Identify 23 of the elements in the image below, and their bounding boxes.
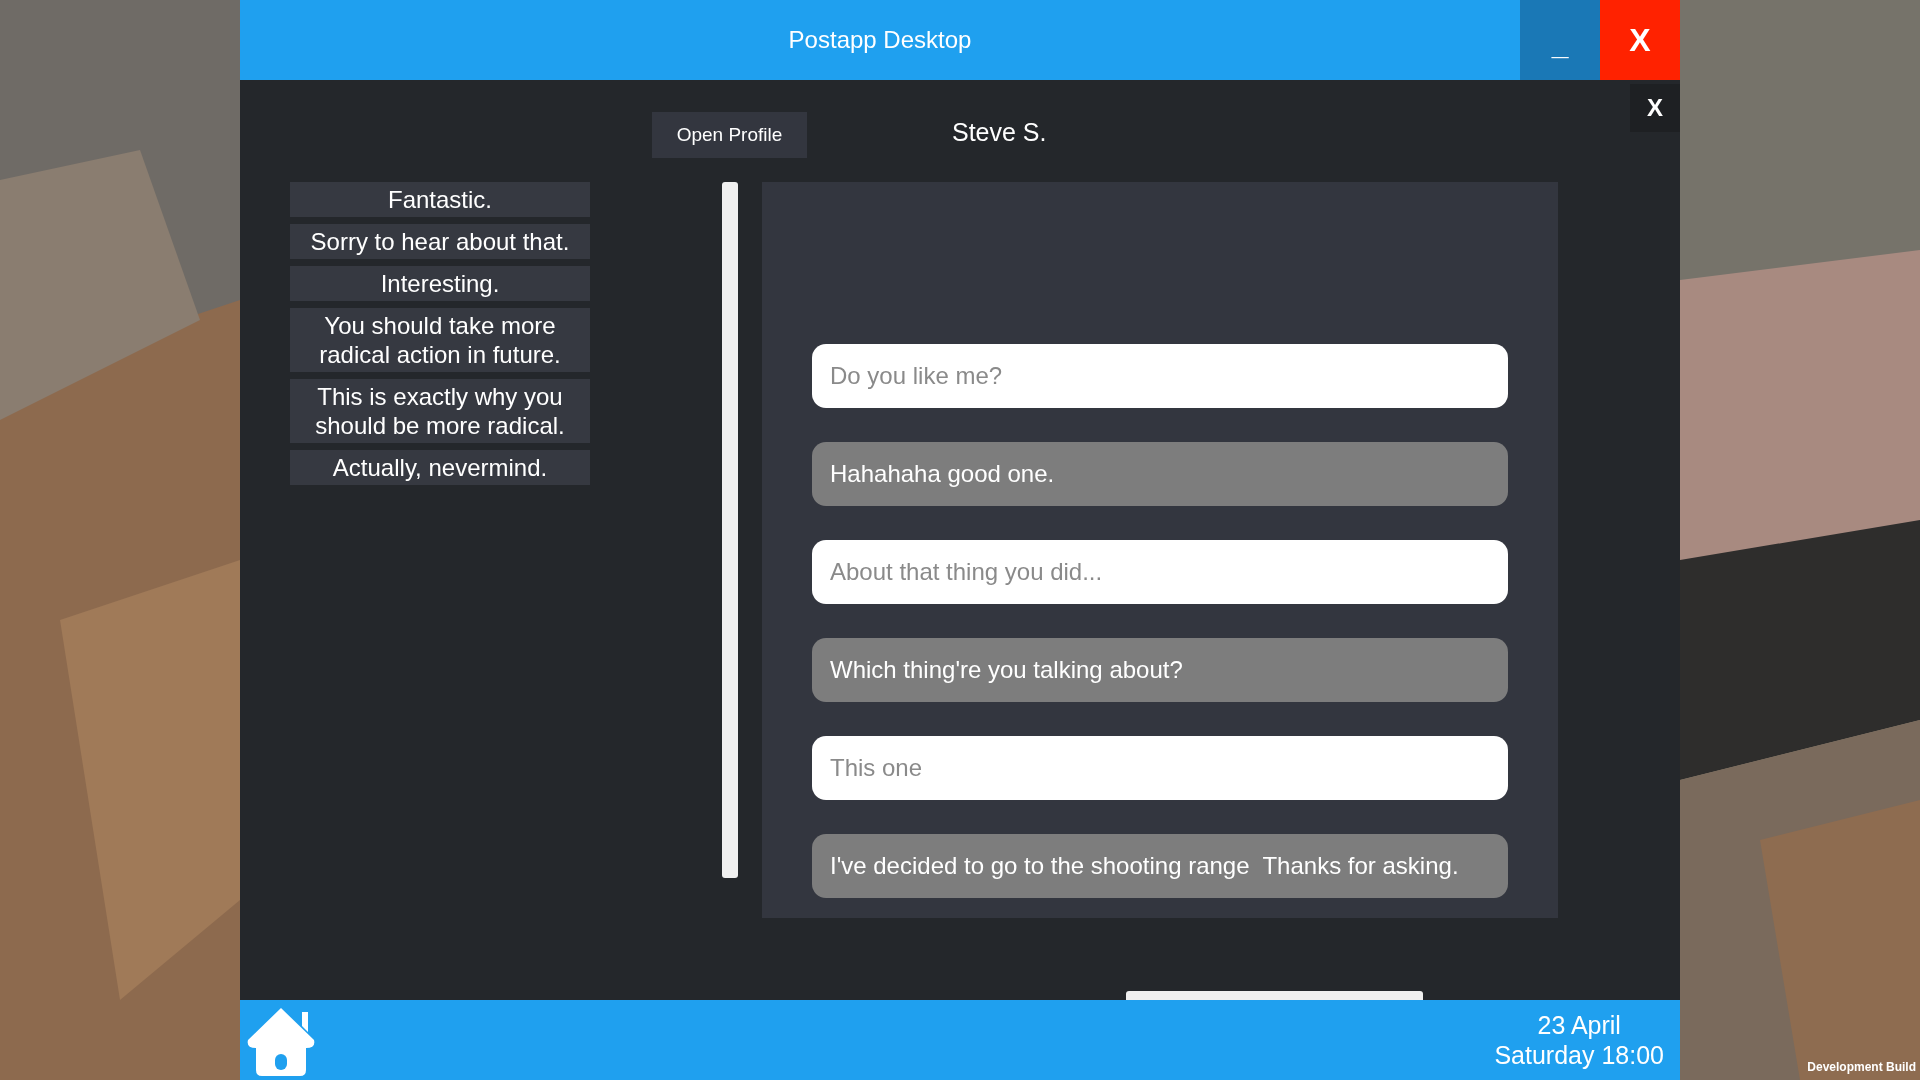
open-profile-button[interactable]: Open Profile xyxy=(652,112,807,158)
reply-option[interactable]: Sorry to hear about that. xyxy=(290,224,590,259)
reply-option[interactable]: Fantastic. xyxy=(290,182,590,217)
date-text: 23 April xyxy=(1537,1010,1621,1040)
message-bubble: About that thing you did... xyxy=(812,540,1508,604)
message-bubble: This one xyxy=(812,736,1508,800)
minimize-button[interactable]: _ xyxy=(1520,0,1600,80)
message-bubble: Do you like me? xyxy=(812,344,1508,408)
message-bubble: Hahahaha good one. xyxy=(812,442,1508,506)
reply-option[interactable]: This is exactly why you should be more radical. xyxy=(290,379,590,443)
scrollbar[interactable] xyxy=(722,182,738,878)
contact-name: Steve S. xyxy=(952,117,1047,148)
close-button[interactable]: X xyxy=(1600,0,1680,80)
build-label: Development Build xyxy=(1807,1059,1916,1076)
reply-option[interactable]: You should take more radical action in future. xyxy=(290,308,590,372)
reply-option[interactable]: Actually, nevermind. xyxy=(290,450,590,485)
message-bubble: Which thing're you talking about? xyxy=(812,638,1508,702)
reply-option[interactable]: Interesting. xyxy=(290,266,590,301)
partial-button[interactable] xyxy=(1126,991,1423,1000)
close-button[interactable]: X xyxy=(1630,84,1680,132)
time-text: Saturday 18:00 xyxy=(1494,1040,1664,1070)
message-bubble: I've decided to go to the shooting range Thanks for asking. xyxy=(812,834,1508,898)
window-title: Postapp Desktop xyxy=(788,25,972,55)
